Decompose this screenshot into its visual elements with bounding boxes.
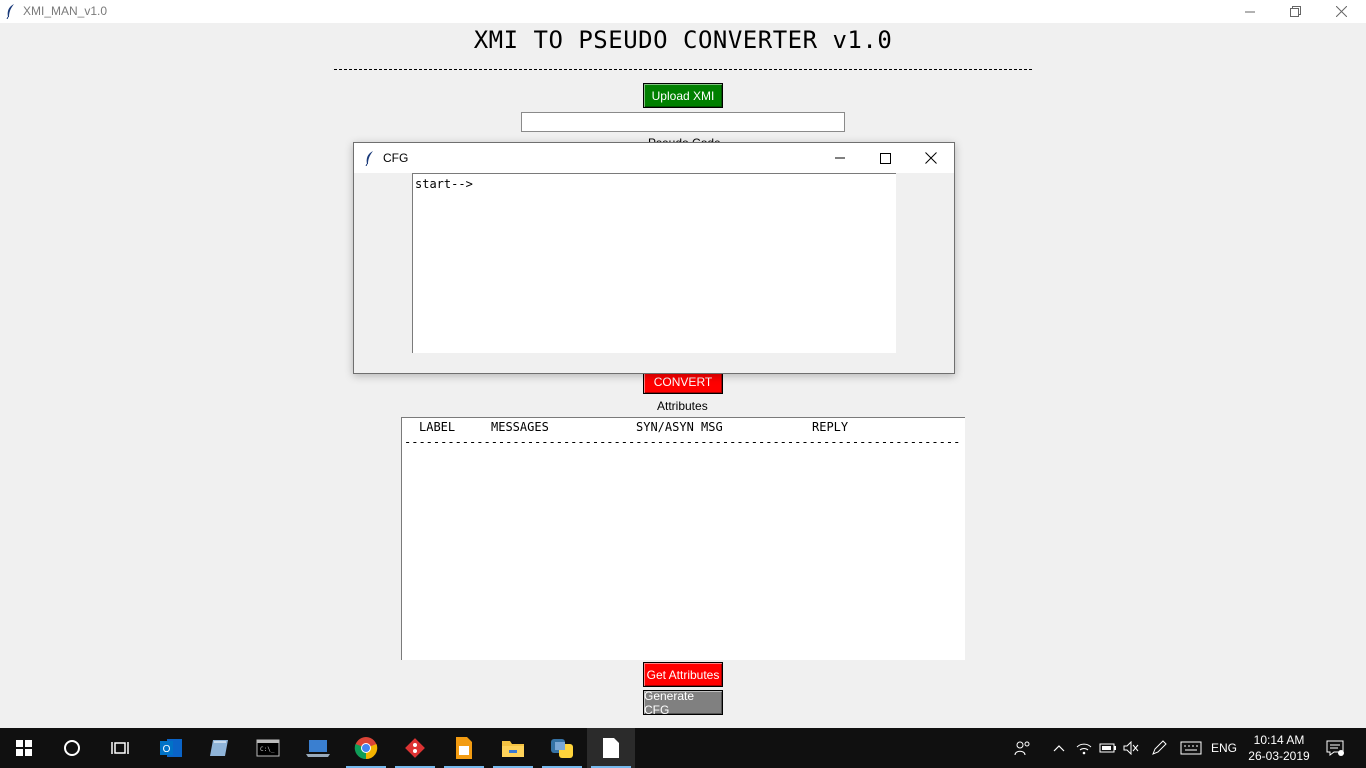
- col-reply: REPLY: [812, 420, 849, 434]
- close-button[interactable]: [1318, 0, 1364, 23]
- terminal-icon: C:\_: [256, 739, 280, 757]
- taskbar-document[interactable]: [440, 728, 488, 768]
- python-icon: [551, 739, 573, 758]
- restore-button[interactable]: [1272, 0, 1318, 23]
- taskbar: O C:\_ ENG 10:14 AM 26-03-2019: [0, 728, 1366, 768]
- clock-time: 10:14 AM: [1253, 733, 1305, 747]
- taskbar-chrome[interactable]: [342, 728, 390, 768]
- chevron-up-icon: [1053, 745, 1065, 752]
- laptop-icon: [306, 740, 330, 757]
- cfg-text: start-->: [415, 177, 473, 191]
- header-divider: ----------------------------------------…: [404, 435, 962, 449]
- volume-button[interactable]: [1120, 728, 1142, 768]
- feather-icon: [4, 3, 18, 20]
- document-icon: [456, 737, 472, 759]
- pen-icon: [1152, 740, 1167, 755]
- volume-muted-icon: [1123, 741, 1139, 755]
- touch-keyboard-button[interactable]: [1178, 728, 1204, 768]
- folder-icon: [502, 741, 524, 757]
- minimize-icon: [1245, 11, 1255, 12]
- window-titlebar: XMI_MAN_v1.0: [0, 0, 1366, 23]
- cfg-textbox[interactable]: start-->: [412, 173, 896, 353]
- language-indicator[interactable]: ENG: [1208, 728, 1240, 768]
- get-attributes-button[interactable]: Get Attributes: [643, 662, 723, 687]
- dialog-close-button[interactable]: [908, 143, 954, 173]
- taskbar-desktop-app[interactable]: [294, 728, 342, 768]
- search-circle-icon: [64, 740, 80, 756]
- minimize-button[interactable]: [1227, 0, 1273, 23]
- file-path-input[interactable]: [521, 112, 845, 132]
- notebook-icon: [210, 740, 228, 756]
- chrome-icon: [354, 737, 378, 760]
- taskbar-git[interactable]: [391, 728, 439, 768]
- windows-icon: [16, 740, 32, 756]
- keyboard-icon: [1180, 741, 1202, 755]
- cortana-button[interactable]: [48, 728, 96, 768]
- taskbar-python[interactable]: [538, 728, 586, 768]
- start-button[interactable]: [0, 728, 48, 768]
- action-center-button[interactable]: [1320, 728, 1350, 768]
- battery-icon: [1099, 743, 1116, 753]
- upload-xmi-button[interactable]: Upload XMI: [643, 83, 723, 108]
- notification-icon: [1326, 740, 1344, 756]
- col-messages: MESSAGES: [491, 420, 549, 434]
- attributes-textbox[interactable]: LABEL MESSAGES SYN/ASYN MSG REPLY ---------…: [401, 417, 965, 660]
- generate-cfg-button[interactable]: Generate CFG: [643, 689, 723, 717]
- minimize-icon: [835, 157, 845, 159]
- window-title: XMI_MAN_v1.0: [23, 4, 108, 18]
- attributes-label: Attributes: [657, 399, 708, 413]
- col-label: LABEL: [419, 420, 456, 434]
- tray-overflow-button[interactable]: [1048, 728, 1070, 768]
- task-view-icon: [111, 742, 129, 754]
- dialog-title: CFG: [383, 151, 409, 165]
- language-label: ENG: [1210, 741, 1237, 755]
- task-view-button[interactable]: [96, 728, 144, 768]
- clock[interactable]: 10:14 AM 26-03-2019: [1244, 732, 1314, 764]
- close-icon: [1335, 6, 1347, 17]
- title-divider: [334, 69, 1032, 70]
- dialog-titlebar: CFG: [354, 143, 954, 173]
- close-icon: [925, 152, 937, 164]
- git-icon: [405, 738, 425, 758]
- people-icon: [1014, 741, 1030, 756]
- page-title: XMI TO PSEUDO CONVERTER v1.0: [473, 26, 893, 54]
- restore-icon: [1289, 6, 1301, 17]
- taskbar-app-blue[interactable]: [195, 728, 243, 768]
- taskbar-tk-app[interactable]: [587, 728, 635, 768]
- clock-date: 26-03-2019: [1248, 749, 1310, 763]
- taskbar-outlook[interactable]: O: [147, 728, 195, 768]
- cfg-dialog: CFG start-->: [353, 142, 955, 374]
- dialog-minimize-button[interactable]: [817, 143, 863, 173]
- svg-text:C:\_: C:\_: [260, 746, 275, 753]
- people-button[interactable]: [1010, 728, 1036, 768]
- outlook-icon: O: [160, 739, 182, 757]
- blank-page-icon: [603, 738, 619, 758]
- maximize-icon: [879, 152, 891, 164]
- col-syn-asyn: SYN/ASYN MSG: [636, 420, 723, 434]
- pen-button[interactable]: [1148, 728, 1170, 768]
- feather-icon: [364, 150, 376, 169]
- taskbar-explorer[interactable]: [489, 728, 537, 768]
- wifi-icon: [1076, 743, 1092, 755]
- battery-button[interactable]: [1097, 728, 1119, 768]
- svg-text:O: O: [163, 744, 171, 755]
- dialog-maximize-button[interactable]: [862, 143, 908, 173]
- taskbar-cmd[interactable]: C:\_: [244, 728, 292, 768]
- wifi-button[interactable]: [1073, 728, 1095, 768]
